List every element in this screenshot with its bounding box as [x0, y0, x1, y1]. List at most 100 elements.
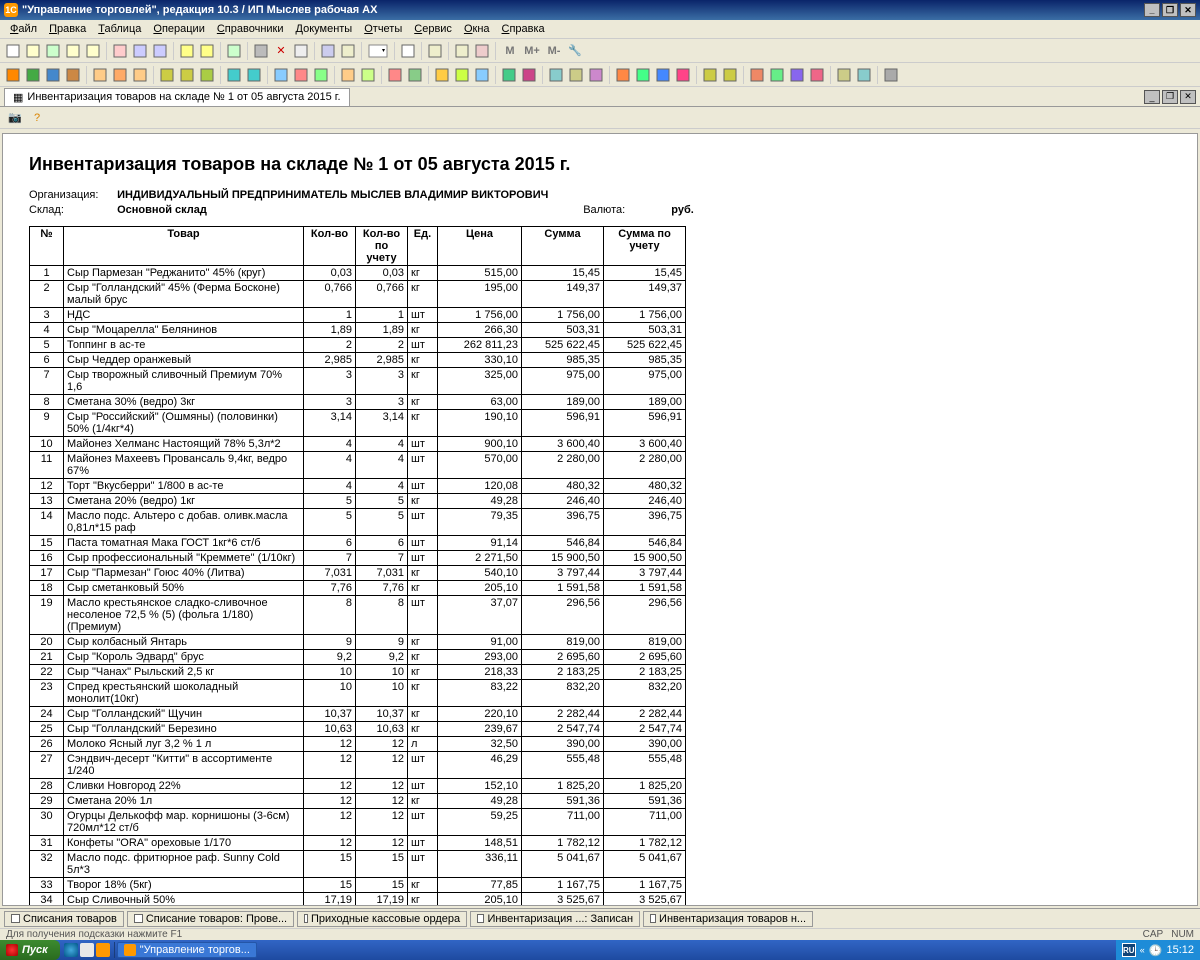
- toolbar2-btn-37[interactable]: [614, 66, 632, 84]
- toolbar2-btn-7[interactable]: [131, 66, 149, 84]
- toolbar2-btn-51[interactable]: [855, 66, 873, 84]
- toolbar2-btn-28[interactable]: [473, 66, 491, 84]
- table-row[interactable]: 15Паста томатная Мака ГОСТ 1кг*6 ст/б66ш…: [30, 536, 686, 551]
- table-row[interactable]: 2Сыр "Голландский" 45% (Ферма Босконе) м…: [30, 281, 686, 308]
- toolbar2-btn-45[interactable]: [748, 66, 766, 84]
- toolbar-m0[interactable]: M: [500, 42, 520, 60]
- table-row[interactable]: 24Сыр "Голландский" Щучин10,3710,37кг220…: [30, 707, 686, 722]
- toolbar2-btn-23[interactable]: [386, 66, 404, 84]
- toolbar2-btn-17[interactable]: [292, 66, 310, 84]
- doc-restore-button[interactable]: ❐: [1162, 90, 1178, 104]
- table-row[interactable]: 27Сэндвич-десерт "Китти" в ассортименте …: [30, 752, 686, 779]
- toolbar-btn-29[interactable]: [473, 42, 491, 60]
- toolbar2-btn-31[interactable]: [520, 66, 538, 84]
- table-row[interactable]: 12Торт "Вкусберри" 1/800 в ас-те44шт120,…: [30, 479, 686, 494]
- toolbar-btn-26[interactable]: [426, 42, 444, 60]
- toolbar-btn-17[interactable]: [292, 42, 310, 60]
- table-row[interactable]: 16Сыр профессиональный "Креммете" (1/10к…: [30, 551, 686, 566]
- toolbar-btn-24[interactable]: [399, 42, 417, 60]
- quicklaunch-ie-icon[interactable]: [64, 943, 78, 957]
- minimize-button[interactable]: _: [1144, 3, 1160, 17]
- quicklaunch-app-icon[interactable]: [96, 943, 110, 957]
- toolbar2-btn-18[interactable]: [312, 66, 330, 84]
- toolbar2-btn-33[interactable]: [547, 66, 565, 84]
- table-row[interactable]: 18Сыр сметанковый 50%7,767,76кг205,101 5…: [30, 581, 686, 596]
- bottom-tab-3[interactable]: Инвентаризация ...: Записан: [470, 911, 640, 927]
- table-row[interactable]: 11Майонез Махеевъ Провансаль 9,4кг, ведр…: [30, 452, 686, 479]
- toolbar2-btn-11[interactable]: [198, 66, 216, 84]
- document-tab[interactable]: ▦ Инвентаризация товаров на складе № 1 о…: [4, 88, 350, 106]
- toolbar2-btn-5[interactable]: [91, 66, 109, 84]
- toolbar2-btn-39[interactable]: [654, 66, 672, 84]
- toolbar2-btn-16[interactable]: [272, 66, 290, 84]
- toolbar-btn-2[interactable]: [44, 42, 62, 60]
- toolbar-btn-16[interactable]: ✕: [272, 42, 290, 60]
- table-row[interactable]: 19Масло крестьянское сладко-сливочное не…: [30, 596, 686, 635]
- table-row[interactable]: 5Топпинг в ас-те22шт262 811,23525 622,45…: [30, 338, 686, 353]
- table-row[interactable]: 13Сметана 20% (ведро) 1кг55кг49,28246,40…: [30, 494, 686, 509]
- toolbar2-btn-21[interactable]: [359, 66, 377, 84]
- table-row[interactable]: 3НДС11шт1 756,001 756,001 756,00: [30, 308, 686, 323]
- toolbar-btn-15[interactable]: [252, 42, 270, 60]
- table-row[interactable]: 4Сыр "Моцарелла" Белянинов1,891,89кг266,…: [30, 323, 686, 338]
- menu-окна[interactable]: Окна: [458, 21, 496, 37]
- toolbar2-btn-3[interactable]: [64, 66, 82, 84]
- table-row[interactable]: 8Сметана 30% (ведро) 3кг33кг63,00189,001…: [30, 395, 686, 410]
- table-row[interactable]: 20Сыр колбасный Янтарь99кг91,00819,00819…: [30, 635, 686, 650]
- toolbar2-btn-10[interactable]: [178, 66, 196, 84]
- toolbar-btn-10[interactable]: [178, 42, 196, 60]
- toolbar-btn-0[interactable]: [4, 42, 22, 60]
- table-row[interactable]: 1Сыр Пармезан "Реджанито" 45% (круг)0,03…: [30, 266, 686, 281]
- toolbar-btn-13[interactable]: [225, 42, 243, 60]
- toolbar-btn-11[interactable]: [198, 42, 216, 60]
- toolbar2-btn-27[interactable]: [453, 66, 471, 84]
- toolbar-btn-1[interactable]: [24, 42, 42, 60]
- menu-отчеты[interactable]: Отчеты: [358, 21, 408, 37]
- menu-справка[interactable]: Справка: [496, 21, 551, 37]
- menu-документы[interactable]: Документы: [290, 21, 359, 37]
- tray-chevron-icon[interactable]: «: [1140, 945, 1145, 955]
- toolbar2-btn-6[interactable]: [111, 66, 129, 84]
- toolbar2-btn-38[interactable]: [634, 66, 652, 84]
- table-row[interactable]: 23Спред крестьянский шоколадный монолит(…: [30, 680, 686, 707]
- table-row[interactable]: 21Сыр "Король Эдвард" брус9,29,2кг293,00…: [30, 650, 686, 665]
- table-row[interactable]: 7Сыр творожный сливочный Премиум 70% 1,6…: [30, 368, 686, 395]
- toolbar-btn-19[interactable]: [319, 42, 337, 60]
- table-row[interactable]: 28Сливки Новгород 22%1212шт152,101 825,2…: [30, 779, 686, 794]
- bottom-tab-2[interactable]: Приходные кассовые ордера: [297, 911, 467, 927]
- table-row[interactable]: 9Сыр "Российский" (Ошмяны) (половинки) 5…: [30, 410, 686, 437]
- restore-button[interactable]: ❐: [1162, 3, 1178, 17]
- toolbar-m1[interactable]: M+: [522, 42, 542, 60]
- lang-indicator[interactable]: RU: [1122, 943, 1136, 957]
- table-row[interactable]: 10Майонез Хелманс Настоящий 78% 5,3л*244…: [30, 437, 686, 452]
- table-row[interactable]: 26Молоко Ясный луг 3,2 % 1 л1212л32,5039…: [30, 737, 686, 752]
- table-row[interactable]: 22Сыр "Чанах" Рыльский 2,5 кг1010кг218,3…: [30, 665, 686, 680]
- table-row[interactable]: 25Сыр "Голландский" Березино10,6310,63кг…: [30, 722, 686, 737]
- taskbar-app[interactable]: "Управление торгов...: [117, 942, 257, 958]
- help-icon[interactable]: ?: [28, 109, 46, 127]
- menu-правка[interactable]: Правка: [43, 21, 92, 37]
- table-row[interactable]: 32Масло подс. фритюрное раф. Sunny Cold …: [30, 851, 686, 878]
- table-row[interactable]: 29Сметана 20% 1л1212кг49,28591,36591,36: [30, 794, 686, 809]
- menu-файл[interactable]: Файл: [4, 21, 43, 37]
- menu-операции[interactable]: Операции: [147, 21, 210, 37]
- toolbar-btn-22[interactable]: [366, 42, 390, 60]
- start-button[interactable]: Пуск: [0, 940, 60, 960]
- toolbar2-btn-53[interactable]: [882, 66, 900, 84]
- table-row[interactable]: 14Масло подс. Альтеро с добав. оливк.мас…: [30, 509, 686, 536]
- table-row[interactable]: 31Конфеты "ORA" ореховые 1/1701212шт148,…: [30, 836, 686, 851]
- toolbar2-btn-26[interactable]: [433, 66, 451, 84]
- document-area[interactable]: Инвентаризация товаров на складе № 1 от …: [2, 133, 1198, 906]
- bottom-tab-4[interactable]: Инвентаризация товаров н...: [643, 911, 813, 927]
- toolbar2-btn-42[interactable]: [701, 66, 719, 84]
- toolbar2-btn-34[interactable]: [567, 66, 585, 84]
- tray-volume-icon[interactable]: 🕒: [1149, 944, 1163, 957]
- toolbar2-btn-24[interactable]: [406, 66, 424, 84]
- table-row[interactable]: 6Сыр Чеддер оранжевый2,9852,985кг330,109…: [30, 353, 686, 368]
- table-row[interactable]: 30Огурцы Делькофф мар. корнишоны (3-6см)…: [30, 809, 686, 836]
- toolbar2-btn-40[interactable]: [674, 66, 692, 84]
- toolbar2-btn-35[interactable]: [587, 66, 605, 84]
- menu-справочники[interactable]: Справочники: [211, 21, 290, 37]
- wrench-icon[interactable]: 🔧: [566, 42, 584, 60]
- toolbar-btn-4[interactable]: [84, 42, 102, 60]
